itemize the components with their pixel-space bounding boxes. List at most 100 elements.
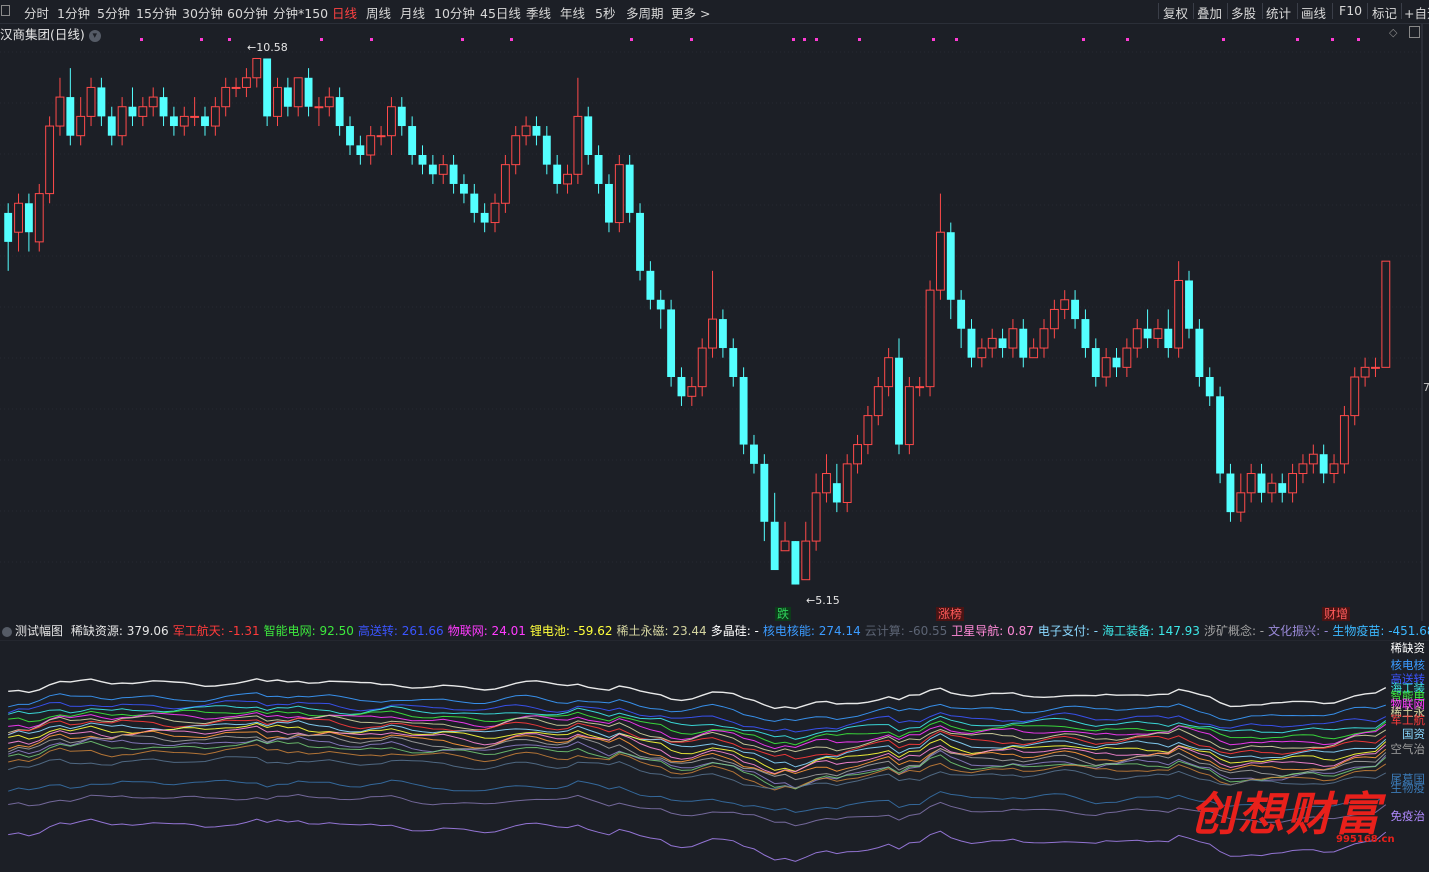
candle[interactable] [314,97,324,127]
candle[interactable] [169,106,178,136]
candle[interactable] [1101,348,1111,387]
candle[interactable] [884,348,894,397]
candle[interactable] [1112,348,1121,377]
candle[interactable] [739,367,748,455]
event-tag-earnings[interactable]: 财增 [1322,607,1351,621]
candle[interactable] [221,77,231,117]
candle[interactable] [1049,299,1059,339]
candle[interactable] [760,454,769,542]
period-tab[interactable]: 年线 [560,3,585,22]
candle[interactable] [273,77,282,127]
candle[interactable] [987,328,997,358]
candle[interactable] [946,222,955,320]
candle[interactable] [1371,357,1380,377]
candle[interactable] [729,338,738,387]
candle[interactable] [252,57,262,88]
candle[interactable] [957,290,966,349]
candle[interactable] [86,77,96,127]
candle[interactable] [697,338,707,397]
candle[interactable] [1008,319,1018,358]
candle[interactable] [4,203,13,271]
candle[interactable] [563,164,572,194]
period-tab[interactable]: 分时 [24,3,49,22]
candle[interactable] [1298,454,1308,484]
collapse-icon[interactable] [2,626,12,637]
period-tab-active[interactable]: 日线 [332,3,357,22]
candle[interactable] [1381,260,1391,368]
candle[interactable] [24,193,33,252]
candle[interactable] [1339,405,1349,474]
candle[interactable] [791,541,800,585]
candle[interactable] [532,116,541,146]
candle[interactable] [293,77,303,117]
candle[interactable] [811,473,821,551]
candle[interactable] [231,77,241,98]
candle[interactable] [107,106,116,146]
candle[interactable] [1122,338,1132,377]
candle[interactable] [998,328,1007,358]
period-tab[interactable]: 5秒 [595,3,615,22]
candle[interactable] [770,492,779,571]
candle[interactable] [1246,463,1256,503]
more-periods-button[interactable]: 更多 > [671,3,710,22]
candle[interactable] [605,174,613,233]
period-tab[interactable]: 15分钟 [136,3,177,22]
candle[interactable] [511,126,521,175]
candle[interactable] [263,58,272,127]
period-tab[interactable]: 1分钟 [57,3,90,22]
candle[interactable] [842,454,852,513]
candle[interactable] [1288,463,1298,503]
candle[interactable] [117,97,127,146]
candle[interactable] [1153,319,1163,349]
candle[interactable] [614,155,624,233]
candlestick-chart[interactable]: ←10.58 ←5.15 7 [0,24,1429,621]
candle[interactable] [1174,261,1184,358]
candle[interactable] [935,193,945,300]
candle[interactable] [190,97,200,127]
candle[interactable] [718,309,727,358]
candle[interactable] [1039,319,1049,358]
candle[interactable] [542,126,551,175]
period-tab[interactable]: 5分钟 [97,3,130,22]
period-tab[interactable]: 60分钟 [227,3,268,22]
period-tab[interactable]: 周线 [366,3,391,22]
candle[interactable] [1081,309,1090,358]
candle[interactable] [863,405,873,455]
candle[interactable] [14,193,23,252]
candle[interactable] [45,116,55,204]
candle[interactable] [1319,444,1328,484]
candle[interactable] [408,116,417,165]
candle[interactable] [376,126,386,146]
candle[interactable] [977,338,987,368]
candle[interactable] [449,155,458,194]
candle[interactable] [386,97,396,155]
candle[interactable] [1216,386,1225,484]
candle[interactable] [335,87,344,136]
candle[interactable] [1267,473,1277,503]
candle[interactable] [1185,270,1193,339]
candle[interactable] [1019,319,1028,368]
candle[interactable] [55,77,65,136]
period-tab[interactable]: 月线 [400,3,425,22]
multi-stock-button[interactable]: 多股 [1231,3,1256,22]
period-tab[interactable]: 分钟*150 [273,3,328,22]
candle[interactable] [553,155,562,194]
period-tab[interactable]: 30分钟 [182,3,223,22]
candle[interactable] [1143,309,1152,349]
candle[interactable] [895,338,903,455]
candle[interactable] [1060,290,1070,320]
candle[interactable] [832,463,841,513]
candle[interactable] [500,155,510,213]
candle[interactable] [822,454,831,503]
candle[interactable] [480,203,489,233]
candle[interactable] [1329,454,1339,484]
candle[interactable] [915,377,925,397]
stats-button[interactable]: 统计 [1266,3,1291,22]
candle[interactable] [904,377,914,455]
candle[interactable] [1205,367,1214,406]
period-tab[interactable]: 季线 [526,3,551,22]
candle[interactable] [1091,338,1100,387]
candle[interactable] [750,434,758,474]
f10-button[interactable]: F10 [1339,3,1362,18]
candle[interactable] [1350,367,1360,426]
